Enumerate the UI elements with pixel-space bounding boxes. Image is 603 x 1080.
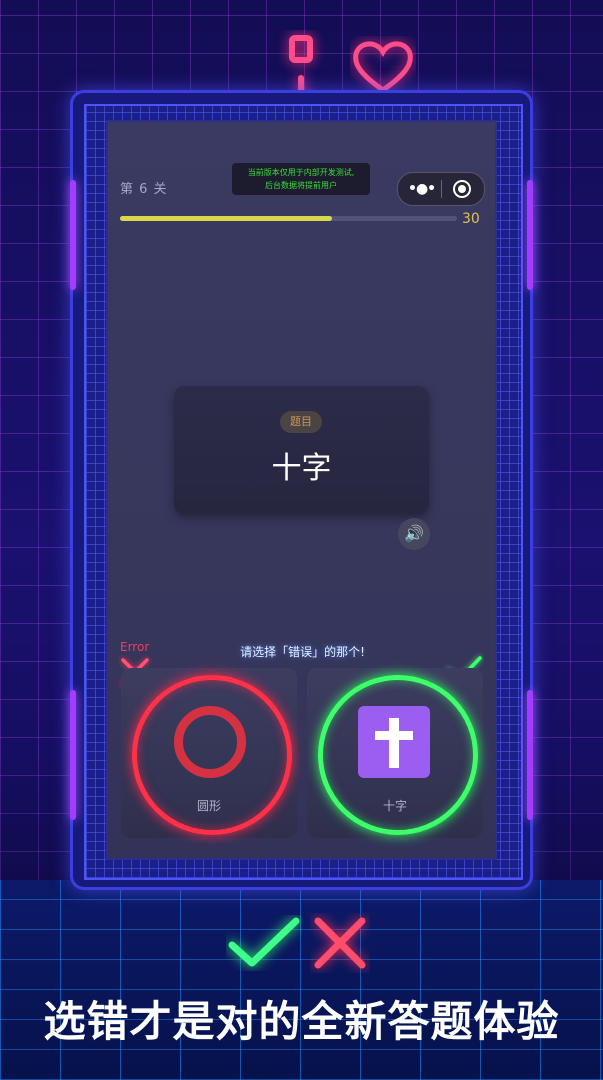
dev-notice-line: 当前版本仅用于内部开发测试, [247,168,355,177]
option-label: 圆形 [196,799,221,813]
heart-icon [353,41,413,94]
neon-floor [0,880,603,1080]
capsule-divider [441,180,442,198]
question-text: 十字 [271,451,332,486]
countdown-timer: 30 [462,211,480,227]
circle-icon [174,706,246,778]
neon-check-icon [228,917,300,967]
option-label: 十字 [382,799,407,813]
progress-fill [120,216,333,221]
instruction-prompt: 请选择「错误」的那个! [240,645,365,659]
question-chip: 题目 [280,411,322,433]
speaker-icon[interactable]: 🔊 [398,518,430,550]
more-dots-icon[interactable]: •●• [408,181,436,197]
record-close-icon[interactable] [453,180,471,198]
cross-icon [358,706,430,778]
progress-bar [120,216,457,221]
dev-notice-line: 后台数据将提前用户 [265,181,337,190]
marketing-headline: 选错才是对的全新答题体验 [43,997,560,1046]
dev-notice: 当前版本仅用于内部开发测试, 后台数据将提前用户 [232,163,370,195]
frame-side-accent [527,180,533,290]
error-tag: Error [120,640,150,654]
frame-side-accent [70,690,76,820]
frame-side-accent [527,690,533,820]
frame-side-accent [70,180,76,290]
mini-program-capsule: •●• [397,172,485,206]
neon-x-icon [314,917,366,969]
level-label: 第 6 关 [120,182,168,197]
